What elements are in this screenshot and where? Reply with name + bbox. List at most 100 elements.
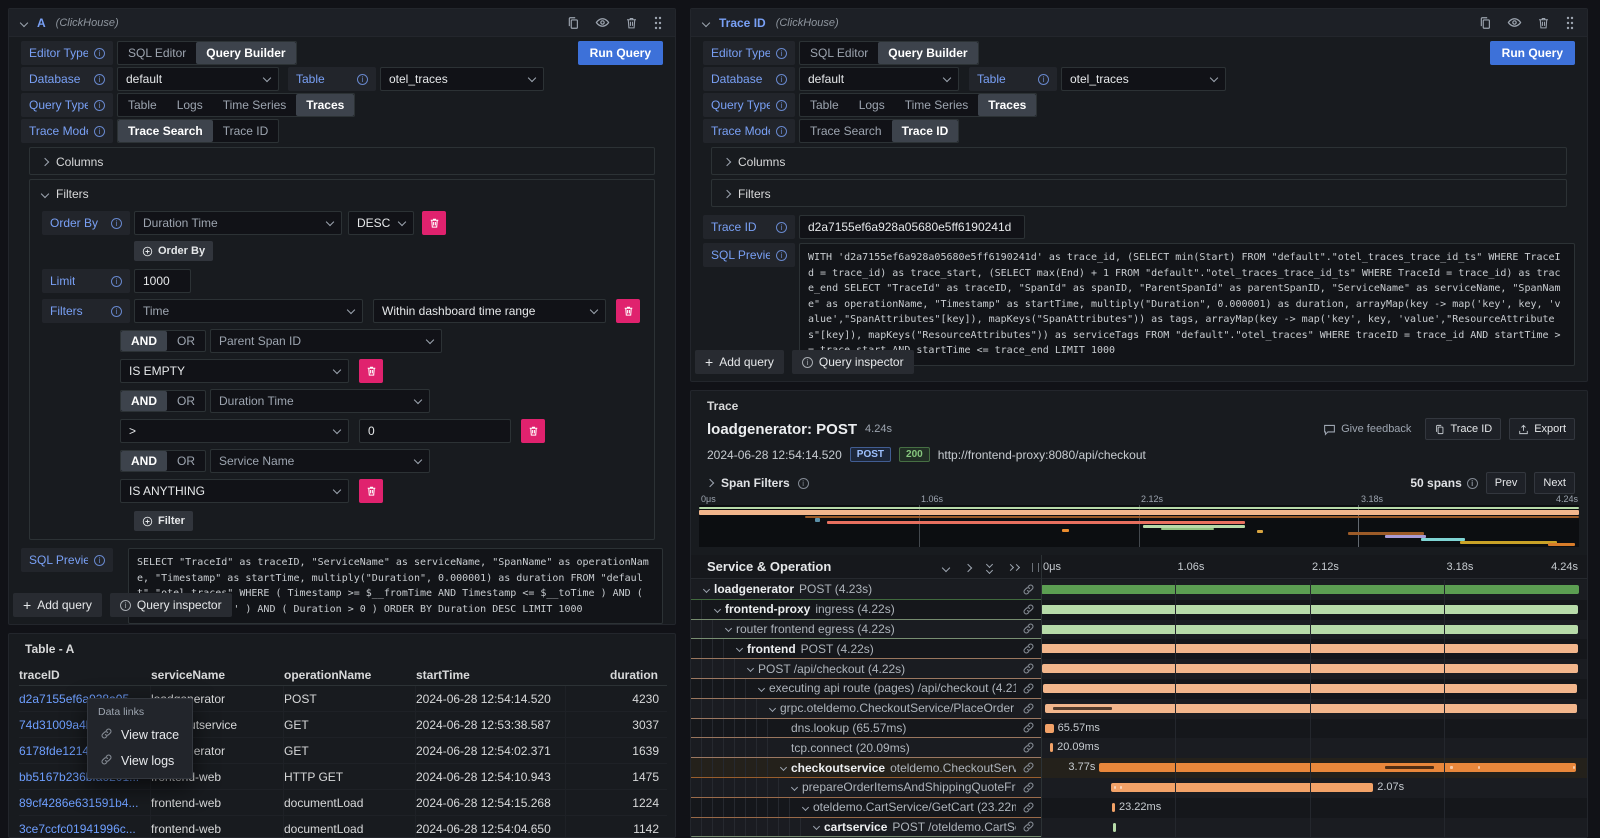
table-select[interactable]: otel_traces: [1061, 67, 1226, 91]
database-select[interactable]: default: [117, 67, 279, 91]
span-name-cell[interactable]: frontend-proxyingress (4.22s): [691, 600, 1041, 620]
drag-handle-icon[interactable]: [1565, 16, 1575, 30]
option-time-series[interactable]: Time Series: [895, 94, 979, 116]
span-name-cell[interactable]: grpc.oteldemo.CheckoutService/PlaceOrder…: [691, 699, 1041, 719]
span-duration-bar[interactable]: [1041, 605, 1578, 614]
remove-order-by-button[interactable]: [422, 211, 446, 235]
span-row[interactable]: dns.lookup (65.57ms)65.57ms: [691, 719, 1587, 739]
span-name-cell[interactable]: frontendPOST (4.22s): [691, 639, 1041, 659]
chevron-down-icon[interactable]: [725, 625, 732, 632]
filter-operator-select[interactable]: IS EMPTY: [120, 359, 349, 383]
span-row[interactable]: POST /api/checkout (4.22s): [691, 659, 1587, 679]
span-duration-bar[interactable]: [1045, 704, 1578, 713]
span-name-cell[interactable]: POST /api/checkout (4.22s): [691, 659, 1041, 679]
add-order-by-button[interactable]: Order By: [134, 241, 213, 261]
remove-filter-button[interactable]: [616, 299, 640, 323]
limit-input[interactable]: 1000: [134, 269, 191, 293]
give-feedback-button[interactable]: Give feedback: [1317, 422, 1417, 437]
span-duration-bar[interactable]: [1041, 644, 1578, 653]
filter-field-select[interactable]: Service Name: [210, 449, 430, 473]
span-duration-bar[interactable]: [1043, 684, 1577, 693]
span-name-cell[interactable]: cartservicePOST /oteldemo.CartService/Ge…: [691, 818, 1041, 837]
filters-section-header[interactable]: Filters: [724, 186, 1554, 201]
chevron-down-icon[interactable]: [714, 606, 721, 613]
filter-field-select[interactable]: Parent Span ID: [210, 329, 442, 353]
option-trace-id[interactable]: Trace ID: [213, 120, 279, 142]
chevron-down-icon[interactable]: [780, 764, 787, 771]
span-link-icon[interactable]: [1016, 801, 1041, 814]
span-link-icon[interactable]: [1016, 682, 1041, 695]
filter-operator-select[interactable]: Within dashboard time range: [373, 299, 606, 323]
trace-id-link[interactable]: 89cf4286e631591b4...: [19, 790, 151, 815]
order-by-field-select[interactable]: Duration Time: [134, 211, 342, 235]
trash-icon[interactable]: [625, 16, 638, 30]
option-sql-editor[interactable]: SQL Editor: [118, 42, 196, 64]
collapse-chevron-icon[interactable]: [20, 18, 28, 26]
span-link-icon[interactable]: [1016, 662, 1041, 675]
option-and[interactable]: AND: [121, 451, 167, 471]
option-or[interactable]: OR: [167, 451, 205, 471]
option-trace-search[interactable]: Trace Search: [118, 120, 213, 142]
remove-filter-button[interactable]: [359, 479, 383, 503]
expand-all-icon[interactable]: [1008, 565, 1019, 570]
span-name-cell[interactable]: tcp.connect (20.09ms): [691, 738, 1041, 758]
filters-section-header[interactable]: Filters: [42, 186, 642, 201]
filter-operator-select[interactable]: >: [120, 419, 349, 443]
filter-operator-select[interactable]: IS ANYTHING: [120, 479, 349, 503]
filter-value-input[interactable]: 0: [359, 419, 511, 443]
option-trace-id[interactable]: Trace ID: [892, 120, 959, 142]
column-header[interactable]: traceID: [19, 664, 151, 685]
run-query-button[interactable]: Run Query: [578, 41, 663, 65]
span-link-icon[interactable]: [1016, 820, 1041, 833]
chevron-down-icon[interactable]: [813, 823, 820, 830]
export-button[interactable]: Export: [1509, 418, 1575, 440]
column-header[interactable]: operationName: [284, 664, 416, 685]
span-row[interactable]: loadgeneratorPOST (4.23s): [691, 580, 1587, 600]
span-row[interactable]: cartservicePOST /oteldemo.CartService/Ge…: [691, 818, 1587, 837]
option-logs[interactable]: Logs: [167, 94, 213, 116]
option-logs[interactable]: Logs: [849, 94, 895, 116]
add-filter-button[interactable]: Filter: [134, 511, 193, 531]
collapse-chevron-icon[interactable]: [702, 18, 710, 26]
span-name-cell[interactable]: dns.lookup (65.57ms): [691, 719, 1041, 739]
column-header[interactable]: serviceName: [151, 664, 284, 685]
span-row[interactable]: oteldemo.CartService/GetCart (23.22ms)23…: [691, 798, 1587, 818]
option-time-series[interactable]: Time Series: [213, 94, 297, 116]
span-link-icon[interactable]: [1016, 721, 1041, 734]
chevron-down-icon[interactable]: [791, 784, 798, 791]
trace-id-link[interactable]: 3ce7ccfc01941996c...: [19, 816, 151, 838]
span-duration-bar[interactable]: [1050, 743, 1054, 752]
span-link-icon[interactable]: [1016, 622, 1041, 635]
option-and[interactable]: AND: [121, 331, 167, 351]
span-link-icon[interactable]: [1016, 761, 1041, 774]
chevron-down-icon[interactable]: [703, 586, 710, 593]
span-row[interactable]: frontendPOST (4.22s): [691, 639, 1587, 659]
span-duration-bar[interactable]: [1041, 625, 1578, 634]
option-traces[interactable]: Traces: [296, 94, 354, 116]
span-link-icon[interactable]: [1016, 603, 1041, 616]
span-duration-bar[interactable]: [1042, 664, 1578, 673]
span-name-cell[interactable]: checkoutserviceoteldemo.CheckoutService/…: [691, 758, 1041, 778]
span-link-icon[interactable]: [1016, 642, 1041, 655]
query-inspector-button[interactable]: Query inspector: [792, 350, 914, 374]
remove-filter-button[interactable]: [521, 419, 545, 443]
run-query-button[interactable]: Run Query: [1490, 41, 1575, 65]
chevron-down-icon[interactable]: [769, 705, 776, 712]
option-traces[interactable]: Traces: [978, 94, 1036, 116]
span-row[interactable]: router frontend egress (4.22s): [691, 620, 1587, 640]
span-link-icon[interactable]: [1016, 781, 1041, 794]
columns-section-header[interactable]: Columns: [42, 154, 642, 169]
table-select[interactable]: otel_traces: [380, 67, 544, 91]
span-link-icon[interactable]: [1016, 702, 1041, 715]
order-by-direction-select[interactable]: DESC: [348, 211, 414, 235]
span-row[interactable]: executing api route (pages) /api/checkou…: [691, 679, 1587, 699]
span-duration-bar[interactable]: [1112, 803, 1115, 812]
span-duration-bar[interactable]: [1113, 823, 1116, 832]
trace-id-button[interactable]: Trace ID: [1425, 418, 1501, 440]
span-row[interactable]: tcp.connect (20.09ms)20.09ms: [691, 738, 1587, 758]
span-duration-bar[interactable]: [1099, 763, 1576, 772]
eye-icon[interactable]: [595, 15, 610, 30]
span-row[interactable]: frontend-proxyingress (4.22s): [691, 600, 1587, 620]
data-link-view-logs[interactable]: View logs: [88, 748, 192, 774]
remove-filter-button[interactable]: [359, 359, 383, 383]
